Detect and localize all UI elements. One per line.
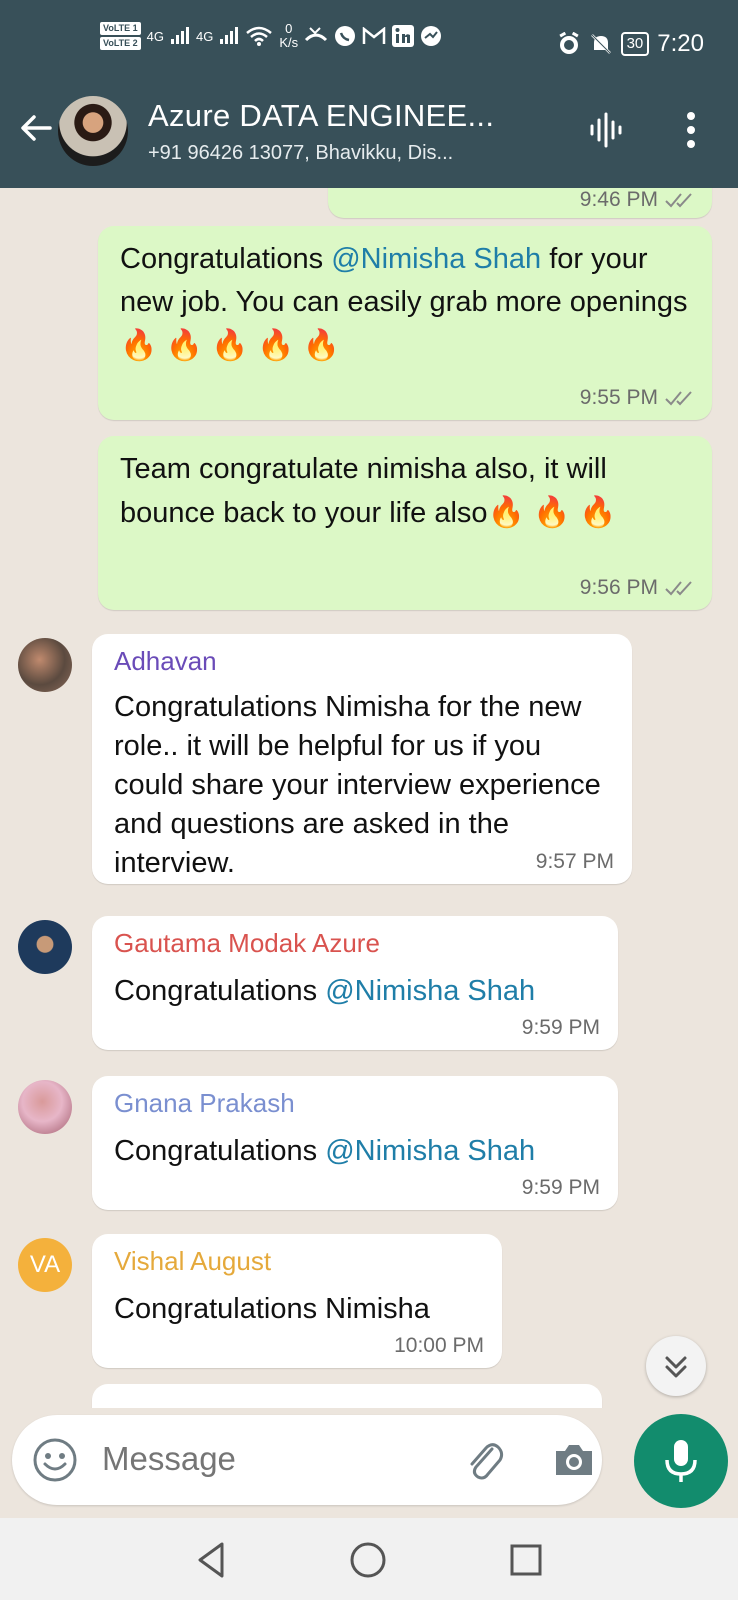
missed-call-icon [305,27,328,42]
avatar-initials: VA [29,1251,61,1278]
message-text: Congratulations Nimisha for the new role… [114,691,601,879]
message-time: 9:46 PM [580,188,694,212]
volte-1-badge: VoLTE 1 [100,22,141,35]
volte-2-badge: VoLTE 2 [100,37,141,50]
chat-area[interactable]: 9:46 PM Congratulations @Nimisha Shah fo… [0,188,738,1408]
sender-name[interactable]: Gautama Modak Azure [114,928,380,959]
chat-subtitle[interactable]: +91 96426 13077, Bhavikku, Dis... [148,142,453,165]
attach-clip-icon[interactable] [462,1437,506,1483]
signal-1-icon [171,27,190,44]
message-bubble-incoming[interactable]: Adhavan Congratulations Nimisha for the … [92,634,632,884]
group-avatar[interactable] [58,96,128,166]
double-tick-icon [665,391,692,406]
sender-name[interactable]: Vishal August [114,1246,271,1277]
voice-wave-icon[interactable] [588,112,628,148]
message-input[interactable] [100,1439,404,1479]
message-time: 10:00 PM [394,1334,484,1358]
message-time: 9:55 PM [580,386,694,410]
message-bubble-peek[interactable] [92,1384,602,1408]
message-time-text: 9:55 PM [579,386,658,409]
message-time-text: 9:57 PM [535,850,614,873]
alarm-icon [558,32,579,54]
network-speed: 0 K/s [279,22,298,50]
avatar-adhavan[interactable] [18,638,72,692]
speed-value: 0 [285,21,293,36]
signal-2-label: 4G [196,28,214,44]
status-time: 7:20 [657,30,704,57]
sender-name[interactable]: Gnana Prakash [114,1088,295,1119]
message-bubble-outgoing[interactable]: Team congratulate nimisha also, it will … [98,436,712,610]
message-time: 9:59 PM [522,1176,600,1200]
message-bubble-partial[interactable]: 9:46 PM [328,188,712,218]
message-text-pre: Congratulations [120,243,332,275]
chat-title[interactable]: Azure DATA ENGINEE... [148,98,494,134]
linkedin-icon [392,25,415,47]
emoji-icon[interactable] [32,1437,78,1483]
message-text: Congratulations @Nimisha Shah for your n… [120,238,694,368]
message-time-text: 9:59 PM [521,1016,600,1039]
battery-indicator: 30 [620,32,650,56]
message-bubble-incoming[interactable]: Gautama Modak Azure Congratulations @Nim… [92,916,618,1050]
signal-1-label: 4G [146,28,165,44]
message-text: Congratulations @Nimisha Shah [114,970,600,1013]
speed-unit: K/s [279,35,299,50]
message-text: Congratulations @Nimisha Shah [114,1130,600,1173]
nav-back-icon[interactable] [190,1538,234,1582]
back-arrow-icon[interactable] [16,108,56,148]
message-input-box[interactable] [12,1415,602,1505]
mic-button[interactable] [634,1414,728,1508]
gmail-icon [362,27,386,44]
mention-link[interactable]: @Nimisha Shah [325,1135,535,1167]
top-bar: VoLTE 1 VoLTE 2 4G 4G 0 K/s 30 7:20 Azur… [0,0,738,188]
status-bar: VoLTE 1 VoLTE 2 4G 4G 0 K/s 30 7:20 [0,0,738,88]
message-text-pre: Congratulations [114,1135,326,1167]
whatsapp-notif-icon [335,26,356,46]
more-vert-icon[interactable] [684,110,698,150]
sender-name[interactable]: Adhavan [114,646,217,677]
volte-badges: VoLTE 1 VoLTE 2 [100,22,141,50]
avatar-vishal[interactable]: VA [18,1238,72,1292]
status-right: 30 7:20 [557,30,704,58]
message-time: 9:57 PM [536,850,614,874]
chevron-double-down-icon [665,1356,687,1378]
message-time-text: 9:46 PM [579,188,658,211]
chat-header: Azure DATA ENGINEE... +91 96426 13077, B… [0,88,738,188]
mute-bell-icon [590,34,611,54]
wifi-icon [246,26,273,46]
status-left: VoLTE 1 VoLTE 2 4G 4G 0 K/s [100,22,442,50]
system-nav-bar [0,1518,738,1600]
message-time-text: 9:59 PM [521,1176,600,1199]
message-time-text: 10:00 PM [394,1334,484,1357]
signal-2-icon [220,27,239,44]
nav-home-icon[interactable] [346,1538,390,1582]
double-tick-icon [665,193,692,208]
fire-emoji: 🔥 🔥 🔥 [487,496,617,529]
avatar-gautama[interactable] [18,920,72,974]
scroll-to-bottom-button[interactable] [646,1336,706,1396]
fire-emoji: 🔥 🔥 🔥 🔥 🔥 [120,329,341,362]
avatar-gnana[interactable] [18,1080,72,1134]
sync-icon [421,26,442,46]
mic-icon [665,1440,697,1482]
message-bubble-outgoing[interactable]: Congratulations @Nimisha Shah for your n… [98,226,712,420]
mention-link[interactable]: @Nimisha Shah [331,243,541,275]
double-tick-icon [665,581,692,596]
nav-recent-icon[interactable] [504,1538,548,1582]
message-bubble-incoming[interactable]: Gnana Prakash Congratulations @Nimisha S… [92,1076,618,1210]
message-text: Congratulations Nimisha [114,1293,430,1325]
message-text-pre: Congratulations [114,975,326,1007]
message-bubble-incoming[interactable]: Vishal August Congratulations Nimisha 10… [92,1234,502,1368]
message-text: Team congratulate nimisha also, it will … [120,448,694,535]
message-time: 9:56 PM [580,576,694,600]
camera-icon[interactable] [552,1439,596,1479]
message-time-text: 9:56 PM [579,576,658,599]
mention-link[interactable]: @Nimisha Shah [325,975,535,1007]
message-time: 9:59 PM [522,1016,600,1040]
